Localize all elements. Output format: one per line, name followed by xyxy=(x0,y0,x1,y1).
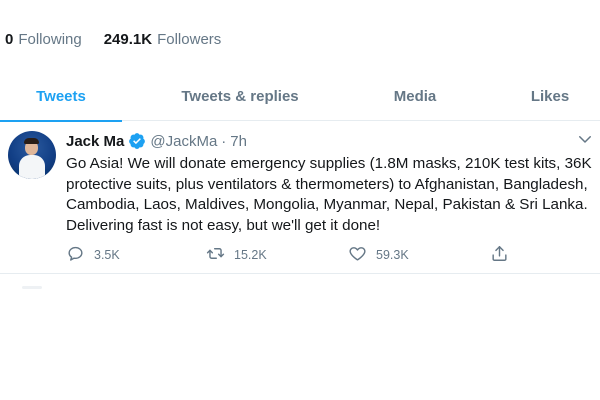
avatar-shirt xyxy=(19,155,45,179)
tab-tweets-and-replies[interactable]: Tweets & replies xyxy=(160,72,320,121)
header-separator: · xyxy=(221,132,227,150)
author-handle[interactable]: @JackMa xyxy=(150,133,217,150)
profile-tabs: Tweets Tweets & replies Media Likes xyxy=(0,72,600,122)
followers-link[interactable]: 249.1K Followers xyxy=(104,31,222,48)
verified-badge-icon xyxy=(128,132,146,150)
retweet-button[interactable]: 15.2K xyxy=(206,244,267,266)
followers-count: 249.1K xyxy=(103,31,153,48)
tweet-timestamp[interactable]: 7h xyxy=(230,133,247,150)
tweet-actions: 3.5K 15.2K 59.3K xyxy=(66,244,536,264)
share-button[interactable] xyxy=(490,244,509,266)
profile-follow-stats: 0 Following 249.1K Followers xyxy=(5,31,221,48)
like-count: 59.3K xyxy=(376,248,409,262)
tab-media[interactable]: Media xyxy=(360,72,470,121)
reply-button[interactable]: 3.5K xyxy=(66,244,120,266)
tweet-card[interactable]: Jack Ma @JackMa · 7h Go Asia! We will do… xyxy=(0,122,600,274)
following-label: Following xyxy=(18,31,82,48)
author-name[interactable]: Jack Ma xyxy=(66,133,124,150)
share-icon xyxy=(490,244,509,266)
heart-icon xyxy=(348,244,367,266)
following-count: 0 xyxy=(5,31,14,48)
avatar-hair xyxy=(24,138,39,144)
followers-label: Followers xyxy=(157,31,222,48)
tweet-header: Jack Ma @JackMa · 7h xyxy=(66,132,247,150)
next-tweet-placeholder xyxy=(22,286,42,289)
tweet-text: Go Asia! We will donate emergency suppli… xyxy=(66,155,592,234)
tab-likes[interactable]: Likes xyxy=(500,72,600,121)
following-link[interactable]: 0 Following xyxy=(5,31,82,48)
chevron-down-icon[interactable] xyxy=(576,130,594,148)
reply-count: 3.5K xyxy=(94,248,120,262)
reply-icon xyxy=(66,244,85,266)
tab-tweets[interactable]: Tweets xyxy=(0,72,122,122)
retweet-count: 15.2K xyxy=(234,248,267,262)
like-button[interactable]: 59.3K xyxy=(348,244,409,266)
avatar[interactable] xyxy=(8,131,56,179)
retweet-icon xyxy=(206,244,225,266)
